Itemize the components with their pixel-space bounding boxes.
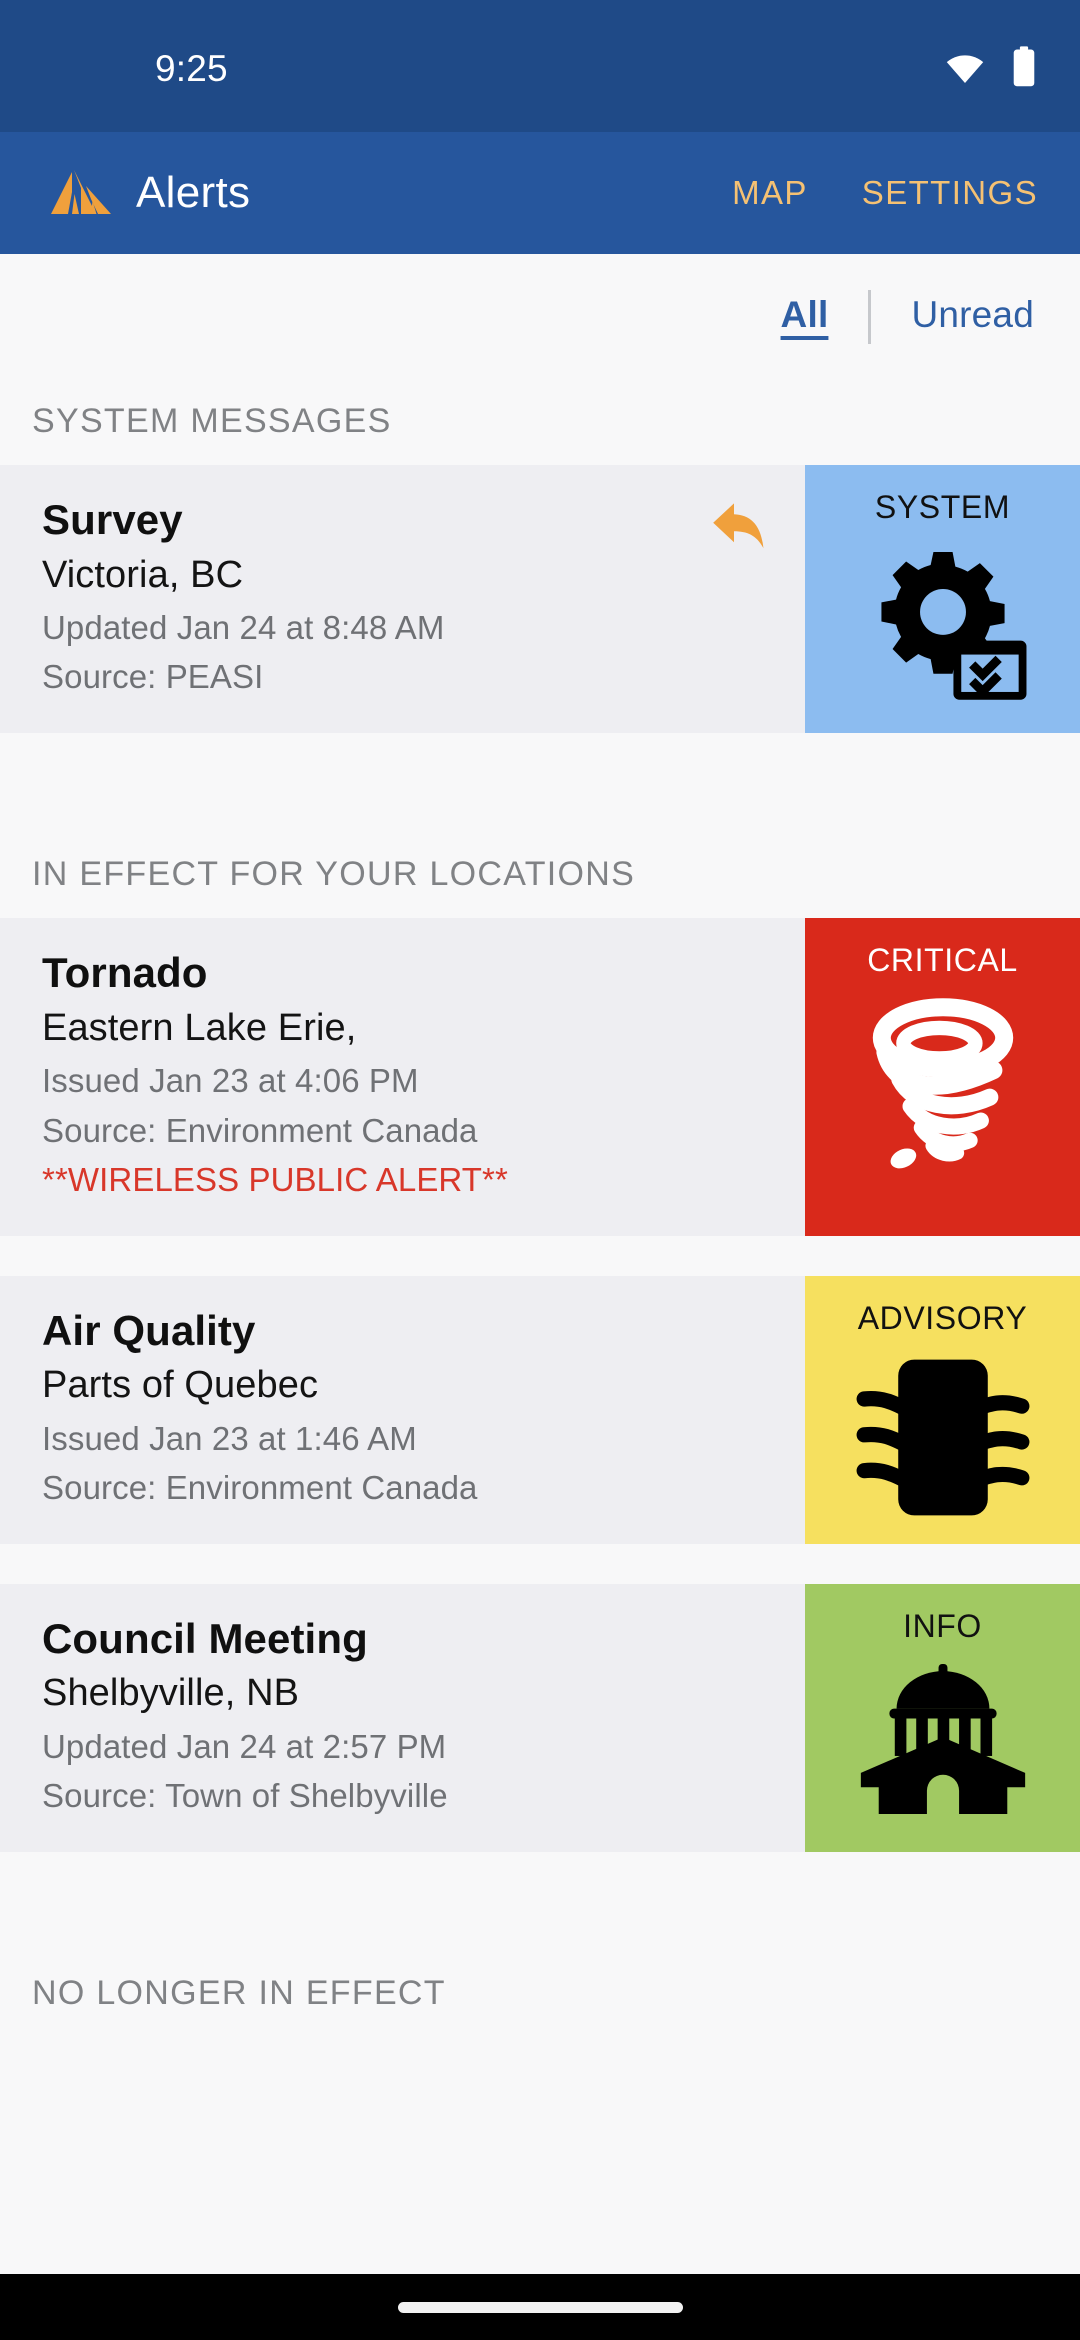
alert-title: Tornado bbox=[42, 949, 208, 997]
alert-card-body: Survey Victoria, BC Updated Jan 24 at 8:… bbox=[0, 465, 805, 733]
card-gap bbox=[0, 1543, 1080, 1584]
filter-tab-all[interactable]: All bbox=[775, 290, 835, 344]
severity-badge-info: INFO bbox=[805, 1583, 1080, 1852]
home-gesture-pill[interactable] bbox=[397, 2301, 683, 2313]
tornado-icon bbox=[853, 998, 1033, 1178]
alert-timestamp: Issued Jan 23 at 1:46 AM bbox=[42, 1419, 417, 1457]
section-header-system-messages: SYSTEM MESSAGES bbox=[0, 380, 1080, 465]
filter-tab-unread[interactable]: Unread bbox=[905, 290, 1040, 344]
alerts-list[interactable]: All Unread SYSTEM MESSAGES Survey Victor… bbox=[0, 254, 1080, 2274]
alert-source: Source: Environment Canada bbox=[42, 1469, 478, 1507]
gear-checklist-icon bbox=[853, 545, 1033, 710]
alert-location: Victoria, BC bbox=[42, 553, 244, 596]
app-brand: Alerts bbox=[48, 168, 250, 218]
section-gap bbox=[0, 733, 1080, 834]
card-gap bbox=[0, 1235, 1080, 1276]
severity-badge-advisory: ADVISORY bbox=[805, 1275, 1080, 1544]
alert-timestamp: Issued Jan 23 at 4:06 PM bbox=[42, 1061, 419, 1099]
alert-card-tornado[interactable]: Tornado Eastern Lake Erie, Issued Jan 23… bbox=[0, 918, 1080, 1236]
settings-button[interactable]: SETTINGS bbox=[860, 168, 1040, 218]
status-icons bbox=[944, 45, 1036, 93]
severity-label: CRITICAL bbox=[867, 942, 1018, 979]
wifi-icon bbox=[944, 51, 986, 88]
system-navigation-bar bbox=[0, 2274, 1080, 2340]
alert-source: Source: PEASI bbox=[42, 658, 264, 696]
section-header-in-effect: IN EFFECT FOR YOUR LOCATIONS bbox=[0, 833, 1080, 919]
alert-location: Parts of Quebec bbox=[42, 1364, 319, 1407]
status-time: 9:25 bbox=[155, 48, 228, 89]
battery-full-icon bbox=[1012, 45, 1036, 93]
severity-label: SYSTEM bbox=[874, 489, 1011, 525]
alert-card-council-meeting[interactable]: Council Meeting Shelbyville, NB Updated … bbox=[0, 1583, 1080, 1852]
app-bar: Alerts MAP SETTINGS bbox=[0, 132, 1080, 254]
severity-label: INFO bbox=[903, 1607, 982, 1644]
page-title: Alerts bbox=[136, 168, 251, 217]
severity-badge-system: SYSTEM bbox=[805, 465, 1080, 734]
alert-title: Council Meeting bbox=[42, 1614, 368, 1662]
mountain-logo-icon bbox=[48, 168, 114, 218]
government-building-icon bbox=[853, 1663, 1033, 1819]
status-bar: 9:25 bbox=[0, 0, 1080, 132]
alert-card-air-quality[interactable]: Air Quality Parts of Quebec Issued Jan 2… bbox=[0, 1275, 1080, 1544]
alert-source: Source: Town of Shelbyville bbox=[42, 1777, 448, 1815]
alert-card-survey[interactable]: Survey Victoria, BC Updated Jan 24 at 8:… bbox=[0, 465, 1080, 734]
severity-label: ADVISORY bbox=[857, 1299, 1028, 1336]
filter-divider bbox=[868, 290, 872, 344]
alert-timestamp: Updated Jan 24 at 8:48 AM bbox=[42, 608, 445, 646]
alert-location: Shelbyville, NB bbox=[42, 1672, 300, 1715]
filter-row: All Unread bbox=[0, 254, 1080, 380]
alerts-screen: 9:25 Alerts MAP SETTINGS All Unread SYST… bbox=[0, 0, 1080, 2340]
section-header-no-longer-in-effect: NO LONGER IN EFFECT bbox=[0, 1951, 1080, 2037]
air-quality-waves-icon bbox=[853, 1356, 1033, 1524]
app-bar-actions: MAP SETTINGS bbox=[730, 168, 1040, 218]
alert-source: Source: Environment Canada bbox=[42, 1111, 478, 1149]
alert-location: Eastern Lake Erie, bbox=[42, 1006, 357, 1049]
alert-card-body: Air Quality Parts of Quebec Issued Jan 2… bbox=[0, 1276, 805, 1544]
alert-card-body: Council Meeting Shelbyville, NB Updated … bbox=[0, 1584, 805, 1852]
alert-card-body: Tornado Eastern Lake Erie, Issued Jan 23… bbox=[0, 918, 805, 1236]
alert-title: Survey bbox=[42, 496, 183, 543]
alert-timestamp: Updated Jan 24 at 2:57 PM bbox=[42, 1727, 447, 1765]
alert-title: Air Quality bbox=[42, 1306, 256, 1354]
severity-badge-critical: CRITICAL bbox=[805, 918, 1080, 1236]
reply-arrow-icon[interactable] bbox=[709, 499, 771, 553]
section-gap bbox=[0, 1851, 1080, 1952]
map-button[interactable]: MAP bbox=[730, 168, 810, 218]
wireless-public-alert-flag: **WIRELESS PUBLIC ALERT** bbox=[42, 1161, 508, 1199]
